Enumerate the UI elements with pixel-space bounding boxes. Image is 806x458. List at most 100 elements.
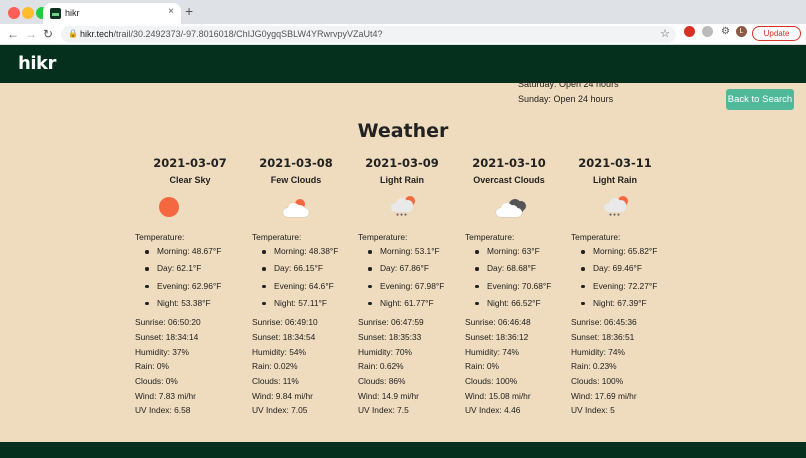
humidity: Humidity: 74% <box>465 346 519 357</box>
clouds: Clouds: 100% <box>465 376 518 386</box>
temperature-list: Morning: 65.82°F Day: 69.46°F Evening: 7… <box>581 243 691 312</box>
partly-cloudy-icon <box>283 202 309 217</box>
reload-icon[interactable]: ↻ <box>43 27 53 41</box>
temp-night: Night: 66.52°F <box>475 295 585 312</box>
rain: Rain: 0% <box>465 361 499 372</box>
day-stats: Sunrise: 06:45:36 Sunset: 18:36:51 Humid… <box>571 315 691 418</box>
day-description: Few Clouds <box>270 175 322 185</box>
tab-close-icon[interactable]: × <box>168 6 174 17</box>
light-rain-icon <box>604 197 626 212</box>
temperature-label: Temperature: <box>358 232 408 242</box>
day-weather-icon: ●●● <box>349 195 455 219</box>
browser-tab-bar: hikr × + <box>0 0 806 24</box>
site-header: hikr <box>0 45 806 83</box>
weather-day-3: 2021-03-09 Light Rain ●●● Temperature: M… <box>349 156 455 415</box>
day-date: 2021-03-10 <box>472 156 546 170</box>
day-weather-icon: ●●● <box>562 195 668 219</box>
hours-saturday: Saturday: Open 24 hours <box>518 79 619 89</box>
weather-day-1: 2021-03-07 Clear Sky Temperature: Mornin… <box>135 156 243 415</box>
humidity: Humidity: 37% <box>135 346 189 357</box>
uv-index: UV Index: 6.58 <box>135 405 191 416</box>
uv-index: UV Index: 7.5 <box>358 405 409 416</box>
wind: Wind: 7.83 mi/hr <box>135 390 196 401</box>
back-arrow-icon[interactable]: ← <box>7 27 19 41</box>
sunset: Sunset: 18:36:12 <box>465 331 529 342</box>
temp-night: Night: 61.77°F <box>368 295 478 312</box>
temp-day: Day: 68.68°F <box>475 260 585 277</box>
close-window-icon[interactable] <box>8 7 20 19</box>
humidity: Humidity: 70% <box>358 346 412 357</box>
sunset: Sunset: 18:34:14 <box>135 331 199 342</box>
back-to-search-button[interactable]: Back to Search <box>726 89 794 110</box>
sunset: Sunset: 18:34:54 <box>252 331 316 342</box>
day-date: 2021-03-07 <box>153 156 227 170</box>
day-weather-icon <box>456 195 562 219</box>
bookmark-star-icon[interactable]: ☆ <box>660 27 670 40</box>
day-date: 2021-03-09 <box>365 156 439 170</box>
weather-day-2: 2021-03-08 Few Clouds Temperature: Morni… <box>243 156 349 415</box>
hikr-logo[interactable]: hikr <box>18 53 56 74</box>
minimize-window-icon[interactable] <box>22 7 34 19</box>
day-description: Light Rain <box>380 175 424 185</box>
extensions-puzzle-icon[interactable]: ⚙ <box>720 26 731 37</box>
light-rain-icon <box>391 197 413 212</box>
temp-morning: Morning: 65.82°F <box>581 243 691 260</box>
weather-day-4: 2021-03-10 Overcast Clouds Temperature: … <box>456 156 562 415</box>
day-date: 2021-03-08 <box>259 156 333 170</box>
wind: Wind: 9.84 mi/hr <box>252 390 313 401</box>
temp-night: Night: 53.38°F <box>145 295 255 312</box>
temp-morning: Morning: 63°F <box>475 243 585 260</box>
rain: Rain: 0.02% <box>252 361 298 372</box>
day-details: Temperature: Morning: 63°F Day: 68.68°F … <box>465 231 585 418</box>
day-stats: Sunrise: 06:50:20 Sunset: 18:34:14 Humid… <box>135 315 255 418</box>
profile-avatar[interactable]: L <box>736 26 747 37</box>
browser-tab[interactable]: hikr × <box>43 3 181 24</box>
weather-heading: Weather <box>357 120 449 142</box>
clouds: Clouds: 11% <box>252 376 299 386</box>
humidity: Humidity: 74% <box>571 346 625 357</box>
rain-drops-icon: ●●● <box>396 212 409 218</box>
weather-day-5: 2021-03-11 Light Rain ●●● Temperature: M… <box>562 156 668 415</box>
extension-red-icon[interactable] <box>684 26 695 37</box>
temp-day: Day: 67.86°F <box>368 260 478 277</box>
clouds: Clouds: 0% <box>135 376 178 386</box>
lock-icon[interactable]: 🔒 <box>68 29 78 38</box>
tab-title: hikr <box>65 8 80 18</box>
day-stats: Sunrise: 06:49:10 Sunset: 18:34:54 Humid… <box>252 315 372 418</box>
sunrise: Sunrise: 06:46:48 <box>465 317 531 328</box>
rain-drops-icon: ●●● <box>609 212 622 218</box>
temp-morning: Morning: 53.1°F <box>368 243 478 260</box>
address-bar[interactable]: 🔒 hikr.tech/trail/30.2492373/-97.8016018… <box>61 26 676 43</box>
update-button[interactable]: Update <box>752 26 801 41</box>
uv-index: UV Index: 7.05 <box>252 405 308 416</box>
temperature-list: Morning: 53.1°F Day: 67.86°F Evening: 67… <box>368 243 478 312</box>
url-path: /trail/30.2492373/-97.8016018/ChIJG0ygqS… <box>113 29 383 39</box>
sunset: Sunset: 18:35:33 <box>358 331 422 342</box>
day-details: Temperature: Morning: 48.38°F Day: 66.15… <box>252 231 372 418</box>
day-description: Overcast Clouds <box>473 175 545 185</box>
temp-day: Day: 62.1°F <box>145 260 255 277</box>
extension-grey-icon[interactable] <box>702 26 713 37</box>
temperature-list: Morning: 48.67°F Day: 62.1°F Evening: 62… <box>145 243 255 312</box>
temp-day: Day: 69.46°F <box>581 260 691 277</box>
day-weather-icon <box>137 195 243 219</box>
temperature-list: Morning: 48.38°F Day: 66.15°F Evening: 6… <box>262 243 372 312</box>
url-text: hikr.tech/trail/30.2492373/-97.8016018/C… <box>80 29 383 39</box>
clouds: Clouds: 100% <box>571 376 624 386</box>
temp-night: Night: 57.11°F <box>262 295 372 312</box>
day-date: 2021-03-11 <box>578 156 652 170</box>
day-stats: Sunrise: 06:47:59 Sunset: 18:35:33 Humid… <box>358 315 478 418</box>
clouds: Clouds: 86% <box>358 376 406 386</box>
new-tab-icon[interactable]: + <box>185 3 193 19</box>
sunrise: Sunrise: 06:47:59 <box>358 317 424 328</box>
temp-evening: Evening: 64.6°F <box>262 278 372 295</box>
temp-morning: Morning: 48.38°F <box>262 243 372 260</box>
forward-arrow-icon[interactable]: → <box>25 27 37 41</box>
day-description: Clear Sky <box>169 175 211 185</box>
temperature-label: Temperature: <box>135 232 185 242</box>
day-details: Temperature: Morning: 48.67°F Day: 62.1°… <box>135 231 255 418</box>
temp-morning: Morning: 48.67°F <box>145 243 255 260</box>
day-details: Temperature: Morning: 53.1°F Day: 67.86°… <box>358 231 478 418</box>
day-weather-icon <box>243 195 349 219</box>
uv-index: UV Index: 4.46 <box>465 405 521 416</box>
